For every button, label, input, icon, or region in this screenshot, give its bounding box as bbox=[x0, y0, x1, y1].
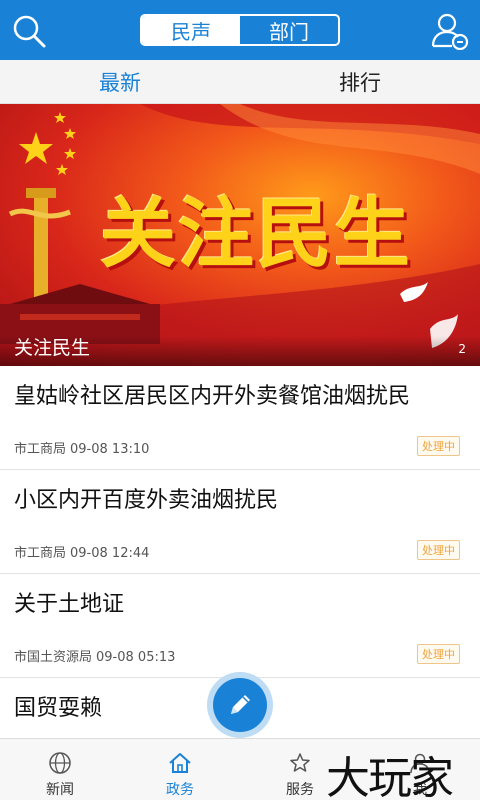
item-meta: 市国土资源局 09-08 05:13 bbox=[14, 646, 179, 665]
search-icon bbox=[13, 15, 46, 48]
status-badge: 处理中 bbox=[417, 644, 460, 664]
status-badge: 处理中 bbox=[417, 540, 460, 560]
watermark-logo: 大玩家 bbox=[326, 753, 454, 800]
banner-caption: 关注民生 bbox=[14, 337, 91, 359]
star-icon bbox=[19, 132, 53, 164]
item-time: 09-08 13:10 bbox=[70, 442, 150, 457]
banner-carousel[interactable]: 关注民生 关注民生 2 bbox=[0, 104, 480, 366]
list-item[interactable]: 关于土地证 市国土资源局 09-08 05:13 处理中 bbox=[0, 574, 480, 678]
tab-latest[interactable]: 最新 bbox=[0, 60, 240, 103]
top-bar: 民声 部门 bbox=[0, 0, 480, 60]
segment-minsheng[interactable]: 民声 bbox=[142, 16, 240, 44]
list-item[interactable]: 皇姑岭社区居民区内开外卖餐馆油烟扰民 市工商局 09-08 13:10 处理中 bbox=[0, 366, 480, 470]
tab-ranking[interactable]: 排行 bbox=[240, 60, 480, 103]
item-dept: 市工商局 bbox=[14, 442, 67, 457]
house-icon bbox=[169, 753, 191, 773]
item-dept: 市工商局 bbox=[14, 546, 67, 561]
item-title: 关于土地证 bbox=[14, 592, 125, 617]
item-meta: 市工商局 09-08 13:10 bbox=[14, 438, 153, 457]
item-title: 皇姑岭社区居民区内开外卖餐馆油烟扰民 bbox=[14, 384, 411, 409]
status-badge: 处理中 bbox=[417, 436, 460, 456]
star-icon bbox=[290, 753, 310, 772]
item-dept: 市国土资源局 bbox=[14, 650, 93, 665]
pencil-icon bbox=[231, 695, 250, 714]
nav-government-label: 政务 bbox=[166, 782, 194, 798]
nav-news-label: 新闻 bbox=[46, 782, 74, 798]
item-time: 09-08 05:13 bbox=[96, 650, 176, 665]
banner-caption-bar: 关注民生 2 bbox=[0, 336, 480, 366]
list-item[interactable]: 小区内开百度外卖油烟扰民 市工商局 09-08 12:44 处理中 bbox=[0, 470, 480, 574]
sub-tabs: 最新 排行 bbox=[0, 60, 480, 104]
item-meta: 市工商局 09-08 12:44 bbox=[14, 542, 153, 561]
banner-page-indicator: 2 bbox=[458, 342, 466, 356]
banner-headline: 关注民生 bbox=[100, 189, 412, 278]
segment-control: 民声 部门 bbox=[140, 14, 340, 46]
compose-button[interactable] bbox=[213, 678, 267, 732]
nav-government[interactable]: 政务 bbox=[120, 739, 240, 800]
search-button[interactable] bbox=[10, 12, 48, 50]
segment-bumen[interactable]: 部门 bbox=[240, 16, 338, 44]
nav-news[interactable]: 新闻 bbox=[0, 739, 120, 800]
user-icon bbox=[431, 13, 469, 51]
globe-icon bbox=[49, 752, 71, 774]
item-title: 小区内开百度外卖油烟扰民 bbox=[14, 488, 279, 513]
item-time: 09-08 12:44 bbox=[70, 546, 150, 561]
item-title: 国贸耍赖 bbox=[14, 696, 103, 721]
user-button[interactable] bbox=[430, 12, 470, 51]
